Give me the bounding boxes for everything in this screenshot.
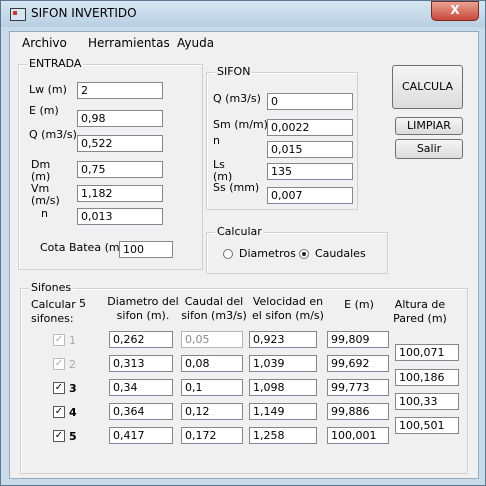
e-2[interactable] bbox=[327, 355, 389, 372]
n-entrada-label: n bbox=[41, 207, 48, 220]
calcular-legend: Calcular bbox=[215, 225, 264, 238]
velocidad-4[interactable] bbox=[249, 403, 317, 420]
caudal-4[interactable] bbox=[181, 403, 243, 420]
sifon-4-checkbox[interactable]: ✓ bbox=[53, 406, 65, 418]
diametro-1[interactable] bbox=[109, 331, 173, 348]
sifon-2-checkbox: ✓ bbox=[53, 358, 65, 370]
altura-4[interactable] bbox=[395, 417, 459, 434]
e-3[interactable] bbox=[327, 379, 389, 396]
close-button[interactable]: X bbox=[431, 1, 479, 21]
e-header: E (m) bbox=[344, 298, 374, 311]
sifon-4-label: 4 bbox=[69, 406, 77, 419]
app-icon bbox=[10, 8, 26, 21]
altura-2[interactable] bbox=[395, 369, 459, 386]
sifones-group: Sifones Calcular sifones: 5 Diametro del… bbox=[20, 281, 468, 474]
diametro-header: Diametro del sifon (m). bbox=[107, 295, 179, 322]
sifon-1-checkbox: ✓ bbox=[53, 334, 65, 346]
caudal-5[interactable] bbox=[181, 427, 243, 444]
calcula-button[interactable]: CALCULA bbox=[392, 65, 463, 109]
calcular-sifones-label: Calcular sifones: bbox=[31, 298, 76, 325]
sifones-legend: Sifones bbox=[29, 281, 74, 294]
diametro-4[interactable] bbox=[109, 403, 173, 420]
ss-label: Ss (mm) bbox=[213, 181, 260, 194]
ss-input[interactable] bbox=[267, 187, 353, 204]
cota-input[interactable] bbox=[119, 241, 173, 258]
q-entrada-label: Q (m3/s) bbox=[29, 128, 77, 141]
q-sifon-label: Q (m3/s) bbox=[213, 92, 261, 105]
e-1[interactable] bbox=[327, 331, 389, 348]
sifon-5-label: 5 bbox=[69, 430, 77, 443]
sifon-2-label: 2 bbox=[69, 358, 76, 371]
client-area: Archivo Herramientas Ayuda ENTRADA Lw (m… bbox=[9, 31, 479, 479]
e-4[interactable] bbox=[327, 403, 389, 420]
velocidad-1[interactable] bbox=[249, 331, 317, 348]
sifon-3-label: 3 bbox=[69, 382, 77, 395]
ls-input[interactable] bbox=[267, 163, 353, 180]
diametro-5[interactable] bbox=[109, 427, 173, 444]
e-input[interactable] bbox=[77, 110, 163, 127]
window-title: SIFON INVERTIDO bbox=[31, 6, 137, 20]
calcular-sifones-value[interactable]: 5 bbox=[79, 298, 86, 310]
diametro-2[interactable] bbox=[109, 355, 173, 372]
dm-input[interactable] bbox=[77, 161, 163, 178]
velocidad-3[interactable] bbox=[249, 379, 317, 396]
sifon-3-checkbox[interactable]: ✓ bbox=[53, 382, 65, 394]
title-bar[interactable]: SIFON INVERTIDO X bbox=[1, 1, 485, 27]
velocidad-5[interactable] bbox=[249, 427, 317, 444]
entrada-group: ENTRADA Lw (m) E (m) Q (m3/s) Dm (m) Vm … bbox=[18, 57, 203, 270]
n-sifon-input[interactable] bbox=[267, 141, 353, 158]
lw-label: Lw (m) bbox=[29, 83, 67, 96]
velocidad-2[interactable] bbox=[249, 355, 317, 372]
sifon-group: SIFON Q (m3/s) Sm (m/m) n Ls (m) Ss (mm) bbox=[206, 65, 358, 210]
dm-label: Dm (m) bbox=[31, 158, 51, 183]
calcular-group: Calcular Diametros Caudales bbox=[206, 225, 388, 274]
ls-label: Ls (m) bbox=[213, 158, 233, 183]
e-label: E (m) bbox=[29, 104, 59, 117]
menu-herramientas[interactable]: Herramientas bbox=[88, 36, 170, 50]
caudal-header: Caudal del sifon (m3/s) bbox=[181, 295, 247, 322]
entrada-legend: ENTRADA bbox=[27, 57, 84, 70]
e-5[interactable] bbox=[327, 427, 389, 444]
altura-3[interactable] bbox=[395, 393, 459, 410]
limpiar-button[interactable]: LIMPIAR bbox=[395, 117, 463, 135]
diametro-3[interactable] bbox=[109, 379, 173, 396]
n-entrada-input[interactable] bbox=[77, 208, 163, 225]
menu-archivo[interactable]: Archivo bbox=[22, 36, 67, 50]
sm-input[interactable] bbox=[267, 119, 353, 136]
diametros-radio[interactable] bbox=[223, 249, 233, 259]
caudales-radio[interactable] bbox=[299, 249, 309, 259]
caudal-2[interactable] bbox=[181, 355, 243, 372]
sifon-legend: SIFON bbox=[215, 65, 253, 78]
menu-ayuda[interactable]: Ayuda bbox=[177, 36, 214, 50]
diametros-label[interactable]: Diametros bbox=[239, 248, 296, 260]
sm-label: Sm (m/m) bbox=[213, 118, 268, 131]
app-window: SIFON INVERTIDO X Archivo Herramientas A… bbox=[0, 0, 486, 486]
vm-label: Vm (m/s) bbox=[31, 182, 60, 207]
cota-label: Cota Batea (m) bbox=[40, 241, 124, 254]
altura-1[interactable] bbox=[395, 344, 459, 361]
sifon-5-checkbox[interactable]: ✓ bbox=[53, 430, 65, 442]
lw-input[interactable] bbox=[77, 82, 163, 99]
caudal-3[interactable] bbox=[181, 379, 243, 396]
sifon-1-label: 1 bbox=[69, 334, 76, 347]
q-sifon-input[interactable] bbox=[267, 93, 353, 110]
caudales-label[interactable]: Caudales bbox=[315, 248, 366, 260]
menu-bar: Archivo Herramientas Ayuda bbox=[10, 32, 478, 54]
caudal-1 bbox=[181, 331, 243, 348]
q-entrada-input[interactable] bbox=[77, 135, 163, 152]
velocidad-header: Velocidad en el sifon (m/s) bbox=[252, 295, 324, 322]
n-sifon-label: n bbox=[213, 134, 220, 147]
altura-header: Altura de Pared (m) bbox=[393, 298, 447, 325]
salir-button[interactable]: Salir bbox=[395, 139, 463, 159]
vm-input[interactable] bbox=[77, 185, 163, 202]
